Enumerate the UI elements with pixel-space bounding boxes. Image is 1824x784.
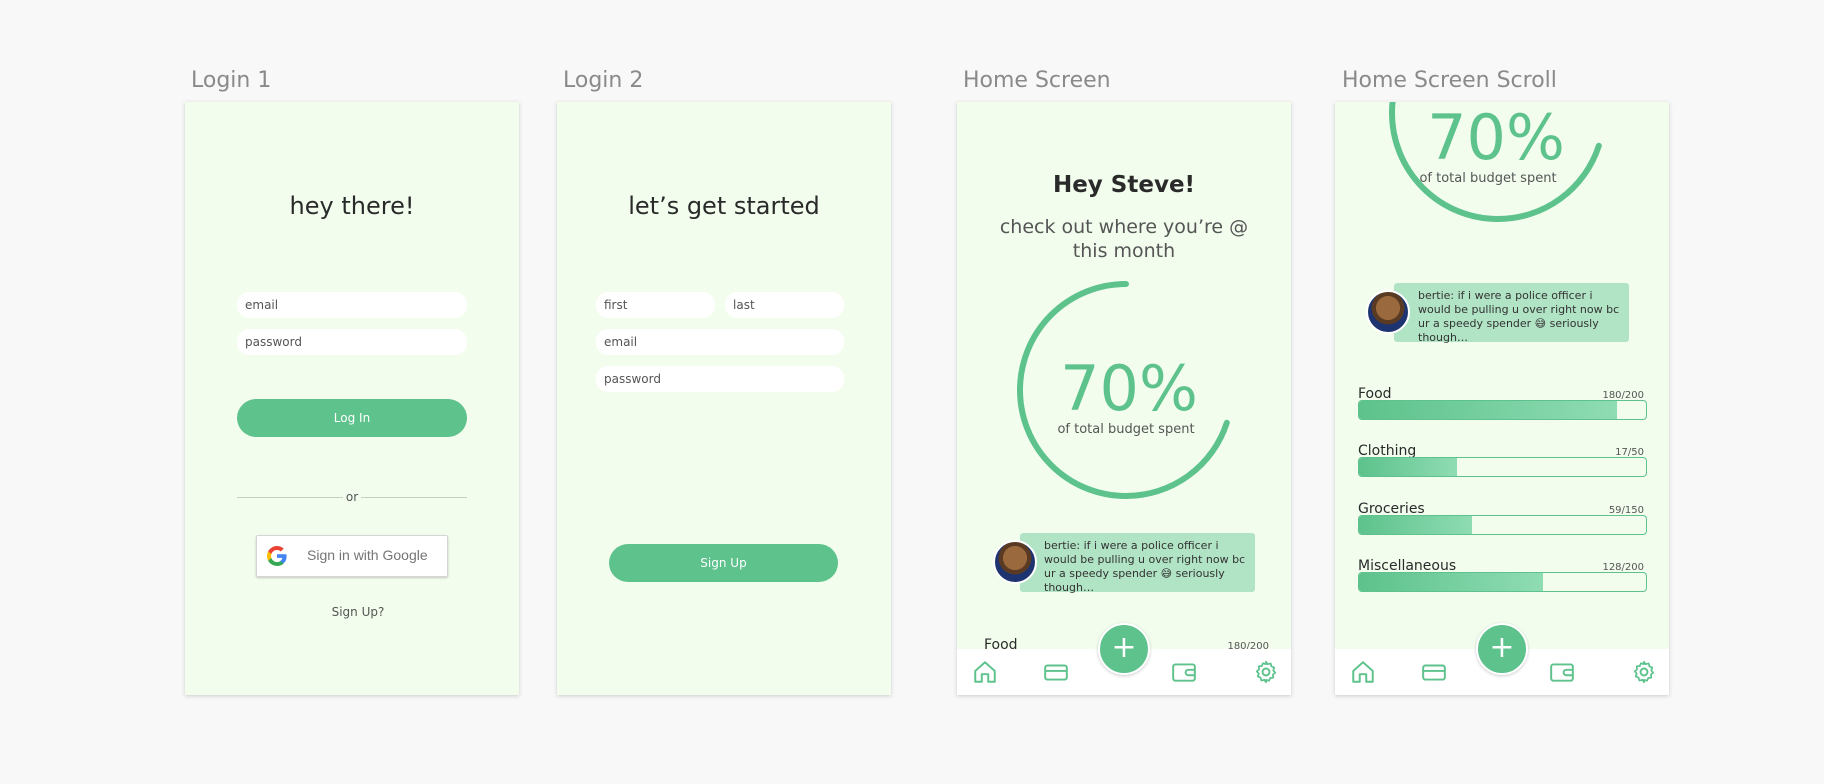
progress-fill xyxy=(1359,573,1543,591)
add-button[interactable]: + xyxy=(1098,623,1150,675)
progress-bar xyxy=(1358,400,1647,420)
subtitle: check out where you’re @ this month xyxy=(999,216,1249,262)
progress-bar xyxy=(1358,457,1647,477)
login-1-screen: hey there! Log In or Sign in with Google… xyxy=(185,102,519,695)
password-field[interactable] xyxy=(237,329,467,355)
password-field[interactable] xyxy=(596,366,844,392)
message-text: bertie: if i were a police officer i wou… xyxy=(1418,289,1620,344)
divider-line-right xyxy=(361,497,467,498)
page-title: hey there! xyxy=(289,192,415,220)
frame-title-login-1: Login 1 xyxy=(191,68,272,93)
page-title: let’s get started xyxy=(628,192,820,220)
greeting: Hey Steve! xyxy=(1052,172,1196,198)
avatar xyxy=(1366,290,1410,334)
category-item-clothing[interactable]: Clothing 17/50 xyxy=(1358,443,1647,483)
progress-bar xyxy=(1358,515,1647,535)
budget-percent: 70% xyxy=(1060,352,1198,425)
budget-percent: 70% xyxy=(1427,102,1565,174)
gear-icon[interactable] xyxy=(1631,659,1657,685)
frame-title-home: Home Screen xyxy=(963,68,1111,93)
google-signin-button[interactable]: Sign in with Google xyxy=(256,535,448,577)
wallet-icon[interactable] xyxy=(1549,659,1575,685)
progress-bar xyxy=(1358,572,1647,592)
message-text: bertie: if i were a police officer i wou… xyxy=(1044,539,1246,594)
add-button[interactable]: + xyxy=(1476,623,1528,675)
home-icon[interactable] xyxy=(1350,659,1376,685)
card-icon[interactable] xyxy=(1421,659,1447,685)
google-logo-icon xyxy=(267,546,287,566)
budget-caption: of total budget spent xyxy=(1419,171,1557,186)
gear-icon[interactable] xyxy=(1253,659,1279,685)
signup-button[interactable]: Sign Up xyxy=(609,544,838,582)
category-item-food[interactable]: Food 180/200 xyxy=(1358,386,1647,426)
budget-caption: of total budget spent xyxy=(1057,422,1195,437)
login-button[interactable]: Log In xyxy=(237,399,467,437)
first-name-field[interactable] xyxy=(596,292,715,318)
or-divider: or xyxy=(237,490,467,506)
frame-title-login-2: Login 2 xyxy=(563,68,644,93)
message-bubble: bertie: if i were a police officer i wou… xyxy=(1394,283,1629,344)
google-button-label: Sign in with Google xyxy=(307,547,428,563)
last-name-field[interactable] xyxy=(725,292,844,318)
home-screen: Hey Steve! check out where you’re @ this… xyxy=(957,102,1291,695)
message-bubble: bertie: if i were a police officer i wou… xyxy=(1020,533,1255,594)
home-icon[interactable] xyxy=(972,659,998,685)
home-scroll-screen: 70% of total budget spent bertie: if i w… xyxy=(1335,102,1669,695)
category-item-miscellaneous[interactable]: Miscellaneous 128/200 xyxy=(1358,558,1647,598)
card-icon[interactable] xyxy=(1043,659,1069,685)
email-field[interactable] xyxy=(237,292,467,318)
email-field[interactable] xyxy=(596,329,844,355)
avatar xyxy=(993,540,1037,584)
progress-fill xyxy=(1359,516,1472,534)
signup-link[interactable]: Sign Up? xyxy=(191,605,519,619)
wallet-icon[interactable] xyxy=(1171,659,1197,685)
progress-fill xyxy=(1359,458,1457,476)
category-item-groceries[interactable]: Groceries 59/150 xyxy=(1358,501,1647,541)
login-2-screen: let’s get started Sign Up xyxy=(557,102,891,695)
frame-title-home-scroll: Home Screen Scroll xyxy=(1342,68,1557,93)
progress-fill xyxy=(1359,401,1618,419)
